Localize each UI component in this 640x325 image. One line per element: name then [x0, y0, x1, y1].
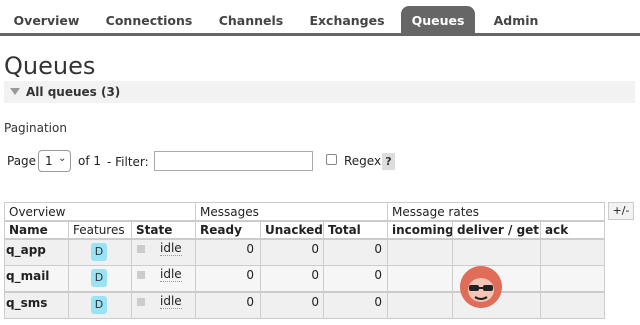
pagination-heading: Pagination — [4, 121, 67, 135]
page-select[interactable]: 1 ⌄ — [38, 150, 71, 172]
group-header-overview: Overview — [4, 202, 196, 221]
state-indicator — [137, 271, 145, 279]
group-header-messages: Messages — [195, 202, 388, 221]
tab-admin[interactable]: Admin — [484, 6, 548, 36]
queue-state: idle — [160, 267, 182, 282]
column-header-ack: ack — [540, 221, 605, 239]
column-header-unacked: Unacked — [260, 221, 324, 239]
unacked-count: 0 — [311, 268, 319, 282]
group-header-message-rates: Message rates — [387, 202, 605, 221]
top-navigation: Overview Connections Channels Exchanges … — [0, 0, 640, 36]
page-count-label: of 1 — [78, 154, 102, 168]
feature-badge: D — [91, 243, 107, 261]
filter-label: - Filter: — [107, 155, 149, 169]
queue-name-link[interactable]: q_mail — [6, 269, 49, 283]
feature-badge: D — [91, 269, 107, 287]
avatar-icon — [460, 266, 502, 308]
column-header-features: Features — [68, 221, 132, 239]
column-header-total: Total — [323, 221, 388, 239]
queue-state: idle — [160, 241, 182, 256]
state-indicator — [137, 245, 145, 253]
unacked-count: 0 — [311, 295, 319, 309]
column-toggle-button[interactable]: +/- — [608, 202, 634, 220]
tab-overview[interactable]: Overview — [5, 6, 88, 36]
section-title: All queues (3) — [26, 85, 121, 99]
queue-state: idle — [160, 294, 182, 309]
regex-label: Regex — [344, 154, 382, 168]
total-count: 0 — [374, 242, 382, 256]
total-count: 0 — [374, 295, 382, 309]
column-header-incoming: incoming — [387, 221, 454, 239]
tab-exchanges[interactable]: Exchanges — [302, 6, 392, 36]
filter-input[interactable] — [154, 151, 313, 171]
tab-channels[interactable]: Channels — [210, 6, 292, 36]
chevron-down-icon: ⌄ — [58, 153, 67, 164]
page-title: Queues — [4, 52, 96, 80]
tab-connections[interactable]: Connections — [100, 6, 198, 36]
page-label: Page — [7, 154, 37, 168]
column-header-deliver-get: deliver / get — [452, 221, 541, 239]
ready-count: 0 — [246, 242, 254, 256]
column-header-state: State — [131, 221, 196, 239]
state-indicator — [137, 298, 145, 306]
column-header-name: Name — [4, 221, 69, 239]
queue-name-link[interactable]: q_app — [6, 243, 46, 257]
feature-badge: D — [91, 296, 107, 314]
ready-count: 0 — [246, 295, 254, 309]
unacked-count: 0 — [311, 242, 319, 256]
triangle-down-icon — [10, 88, 20, 95]
regex-help-button[interactable]: ? — [382, 153, 395, 170]
column-header-ready: Ready — [195, 221, 261, 239]
regex-checkbox[interactable] — [326, 154, 337, 165]
total-count: 0 — [374, 268, 382, 282]
tab-queues[interactable]: Queues — [401, 6, 475, 36]
page-select-value: 1 — [45, 154, 53, 168]
queue-name-link[interactable]: q_sms — [6, 296, 47, 310]
all-queues-section-toggle[interactable]: All queues (3) — [4, 81, 635, 103]
ready-count: 0 — [246, 268, 254, 282]
